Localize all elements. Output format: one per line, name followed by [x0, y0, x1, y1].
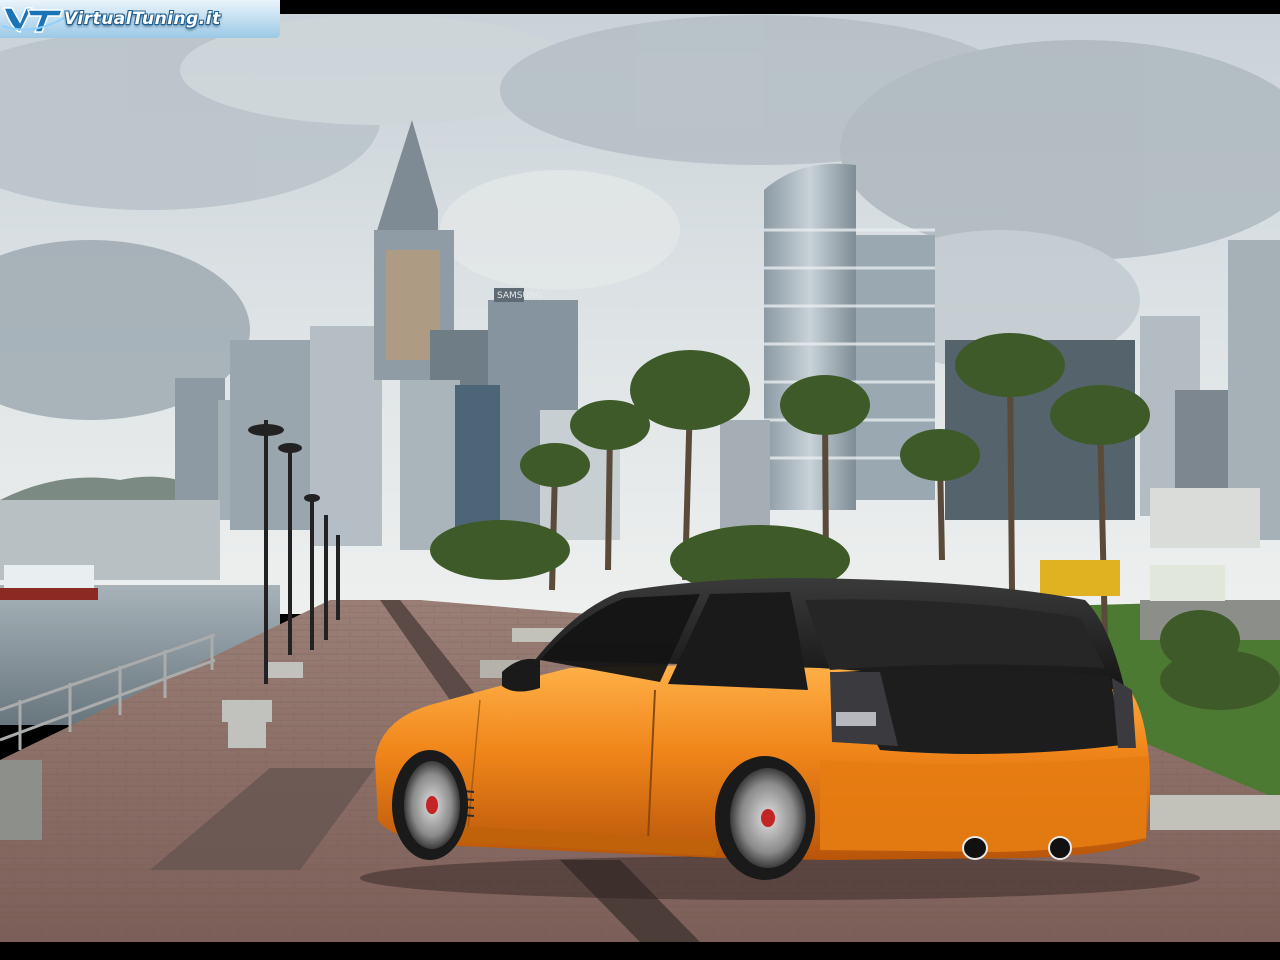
background-minibus [1150, 565, 1225, 601]
ferry [0, 565, 98, 600]
watermark-text: VirtualTuning.it [64, 9, 221, 29]
rear-bumper [820, 756, 1148, 852]
samsung-sign: SAMSUNG [497, 291, 543, 301]
virtualtuning-watermark: VirtualTuning.it [0, 0, 280, 38]
photo-scene: SAMSUNG [0, 0, 1280, 960]
rear-wheel [715, 756, 815, 880]
bottom-band [0, 942, 1280, 960]
vt-logo-icon [2, 7, 64, 33]
background-bus [1040, 560, 1120, 596]
front-wheel [392, 750, 468, 860]
